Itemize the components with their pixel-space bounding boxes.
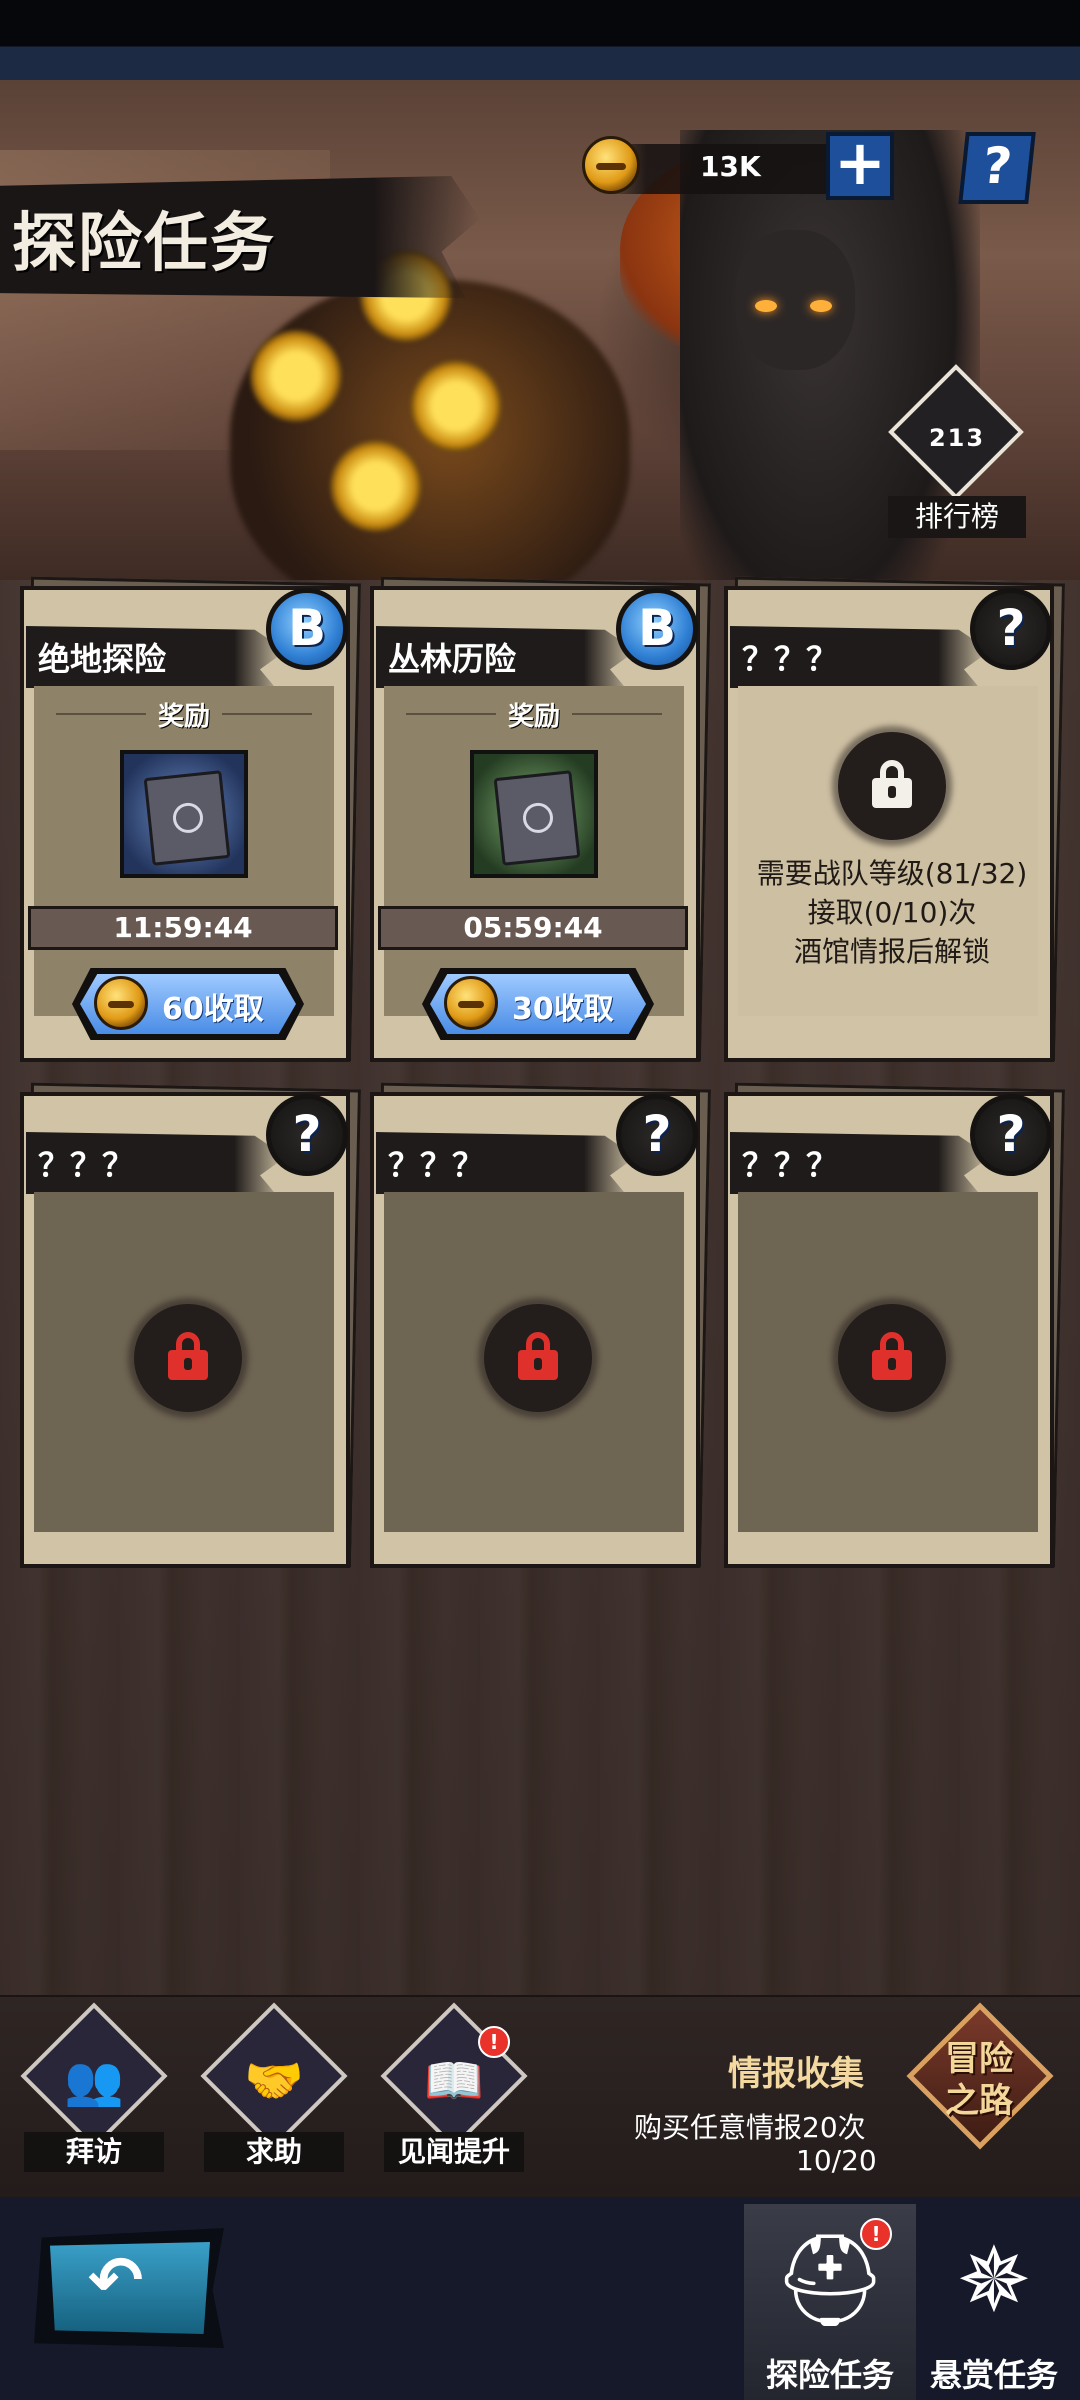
adventure-road-line: 之路 xyxy=(945,2081,1013,2121)
intel-title: 情报收集 xyxy=(728,2054,864,2094)
grade-badge: B xyxy=(616,588,698,670)
action-label: 求助 xyxy=(204,2132,344,2172)
collect-label: 60收取 xyxy=(162,992,264,1027)
tab-exploration-missions[interactable]: ⛑ ! 探险任务 xyxy=(744,2204,916,2400)
grade-badge: B xyxy=(266,588,348,670)
lock-icon xyxy=(838,1304,946,1412)
page-title: 探险任务 xyxy=(12,207,276,281)
gold-coin-icon xyxy=(444,976,498,1030)
mission-name: ？？？ xyxy=(742,1146,839,1184)
gold-coin-icon xyxy=(94,976,148,1030)
blue-book-icon[interactable] xyxy=(120,750,248,878)
lock-icon xyxy=(134,1304,242,1412)
unknown-grade-icon: ? xyxy=(616,1094,698,1176)
requirement-line: 酒馆情报后解锁 xyxy=(793,935,990,968)
people-icon: 👥 xyxy=(64,2053,124,2109)
requirement-line: 需要战队等级(81/32) xyxy=(756,857,1028,890)
gold-coin-icon xyxy=(582,136,640,194)
lock-glyph xyxy=(872,760,912,808)
status-bar xyxy=(0,0,1080,80)
mission-card[interactable]: 绝地探险 B 奖励 11:59:44 60收取 xyxy=(20,576,361,1066)
character-eye xyxy=(810,300,832,312)
tab-label: 探险任务 xyxy=(765,2356,894,2394)
collect-label: 30收取 xyxy=(512,992,614,1027)
notification-badge: ! xyxy=(860,2218,892,2250)
reward-label: 奖励 xyxy=(507,702,560,732)
lock-body xyxy=(872,1350,912,1380)
locked-mission-card[interactable]: ？？？ ? xyxy=(724,1082,1065,1572)
unknown-grade-icon: ? xyxy=(266,1094,348,1176)
lock-body xyxy=(518,1350,558,1380)
mission-name: ？？？ xyxy=(742,640,839,678)
lock-glyph xyxy=(872,1332,912,1380)
ranking-podium-digits: 213 xyxy=(928,424,986,452)
mission-name: 绝地探险 xyxy=(38,640,167,678)
back-arrow-icon: ↶ xyxy=(88,2242,144,2319)
mission-card[interactable]: 丛林历险 B 奖励 05:59:44 30收取 xyxy=(370,576,711,1066)
unknown-grade-icon: ? xyxy=(970,1094,1052,1176)
book-icon: 📖 xyxy=(424,2053,484,2109)
adventure-road-line: 冒险 xyxy=(945,2039,1013,2079)
visit-button[interactable]: 👥 拜访 xyxy=(14,2002,174,2176)
compass-star-icon: ✵ xyxy=(956,2228,1032,2333)
ranking-button[interactable]: 213 排行榜 xyxy=(884,364,1030,538)
unknown-grade-icon: ? xyxy=(970,588,1052,670)
ranking-label: 排行榜 xyxy=(888,496,1026,538)
mission-timer: 05:59:44 xyxy=(378,906,688,950)
mission-name: ？？？ xyxy=(38,1146,135,1184)
requirement-line: 接取(0/10)次 xyxy=(807,896,977,929)
handshake-icon: 🤝 xyxy=(244,2053,304,2109)
action-label: 拜访 xyxy=(24,2132,164,2172)
help-request-button[interactable]: 🤝 求助 xyxy=(194,2002,354,2176)
mission-name: 丛林历险 xyxy=(388,640,517,678)
lock-icon xyxy=(838,732,946,840)
back-button[interactable]: ↶ xyxy=(34,2228,224,2348)
help-button[interactable]: ? xyxy=(958,132,1036,204)
unlock-requirements: 需要战队等级(81/32) 接取(0/10)次 酒馆情报后解锁 xyxy=(724,854,1060,971)
gun-barrel xyxy=(410,360,502,452)
adventure-road-button[interactable]: 冒险 之路 xyxy=(906,1994,1054,2164)
locked-mission-card[interactable]: ？？？ ? 需要战队等级(81/32) 接取(0/10)次 酒馆情报后解锁 xyxy=(724,576,1065,1066)
lock-body xyxy=(872,778,912,808)
gun-barrel xyxy=(250,330,342,422)
notification-badge: ! xyxy=(478,2026,510,2058)
reward-label: 奖励 xyxy=(157,702,210,732)
locked-mission-card[interactable]: ？？？ ? xyxy=(370,1082,711,1572)
lock-glyph xyxy=(168,1332,208,1380)
lock-body xyxy=(168,1350,208,1380)
book-cover xyxy=(143,770,231,866)
knowledge-upgrade-button[interactable]: 📖 见闻提升 ! xyxy=(374,2002,534,2176)
mission-name: ？？？ xyxy=(388,1146,485,1184)
knight-helmet-icon: ⛑ xyxy=(772,2228,888,2333)
lock-icon xyxy=(484,1304,592,1412)
adventure-road-label: 冒险 之路 xyxy=(906,2038,1052,2122)
collect-button[interactable]: 60收取 xyxy=(72,968,304,1040)
book-cover xyxy=(493,770,581,866)
mission-timer: 11:59:44 xyxy=(28,906,338,950)
add-currency-button[interactable]: + xyxy=(826,132,894,200)
tab-bounty-missions[interactable]: ✵ 悬赏任务 xyxy=(908,2204,1080,2400)
character-face-art xyxy=(735,230,855,370)
collect-button[interactable]: 30收取 xyxy=(422,968,654,1040)
intel-description: 购买任意情报20次 xyxy=(634,2111,866,2144)
currency-amount: 13K xyxy=(700,150,761,183)
action-label: 见闻提升 xyxy=(384,2132,524,2172)
gun-barrel xyxy=(330,440,422,532)
locked-mission-card[interactable]: ？？？ ? xyxy=(20,1082,361,1572)
lock-glyph xyxy=(518,1332,558,1380)
intel-progress: 10/20 xyxy=(796,2144,877,2177)
tab-label: 悬赏任务 xyxy=(929,2356,1058,2394)
character-eye xyxy=(755,300,777,312)
green-book-icon[interactable] xyxy=(470,750,598,878)
